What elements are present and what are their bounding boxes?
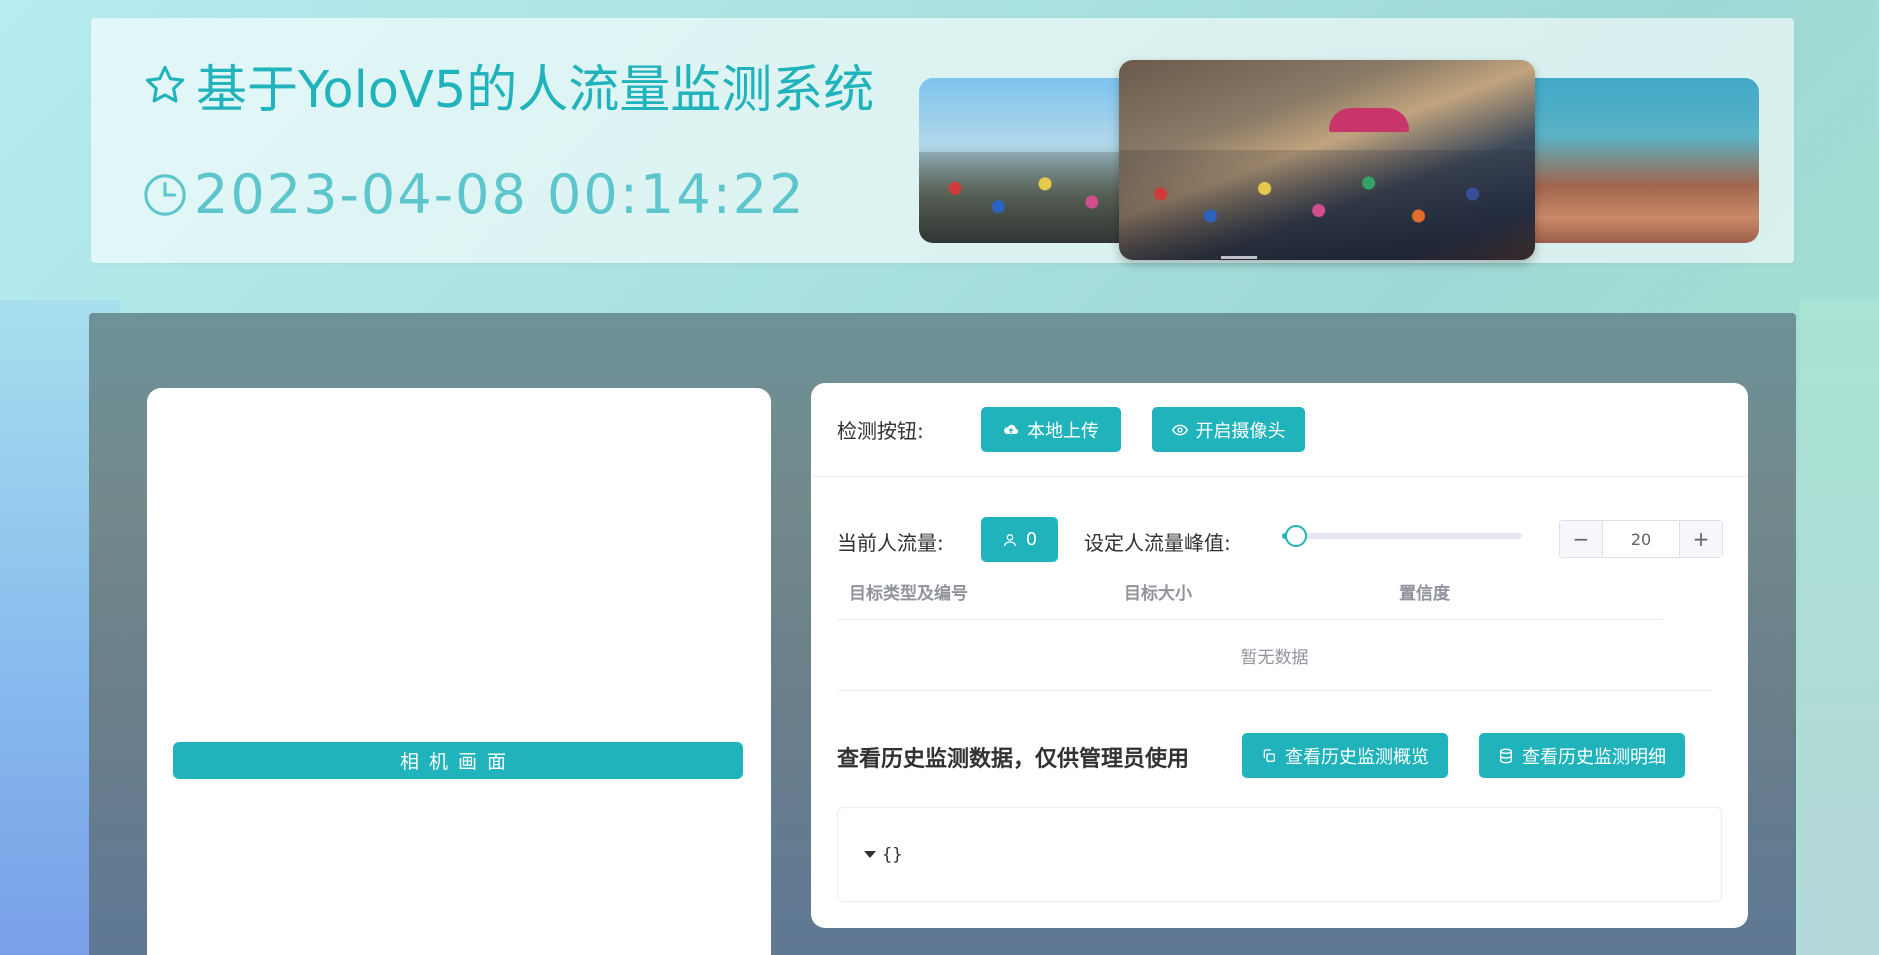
image-carousel[interactable] <box>919 48 1759 268</box>
page-title-text: 基于YoloV5的人流量监测系统 <box>196 61 875 120</box>
stepper-minus-button[interactable]: − <box>1560 521 1603 557</box>
umbrella-image <box>1329 108 1409 132</box>
camera-card: 相机画面 <box>147 388 771 955</box>
current-flow-badge: 0 <box>981 517 1058 562</box>
history-label: 查看历史监测数据，仅供管理员使用 <box>837 747 1190 772</box>
page-title: 基于YoloV5的人流量监测系统 <box>142 48 874 122</box>
history-detail-button[interactable]: 查看历史监测明细 <box>1479 733 1685 778</box>
cloud-upload-icon <box>1004 424 1019 434</box>
database-icon <box>1500 748 1512 763</box>
datetime-display: 2023-04-08 00:14:22 <box>142 163 806 226</box>
column-header-target: 目标类型及编号 <box>849 583 968 604</box>
camera-button-label: 开启摄像头 <box>1195 420 1286 442</box>
peak-value-input[interactable]: 20 <box>1603 521 1679 557</box>
camera-button[interactable]: 开启摄像头 <box>1152 407 1305 452</box>
datetime-text: 2023-04-08 00:14:22 <box>194 163 806 226</box>
control-panel: 检测按钮: 本地上传 开启摄像头 当前人流量: 0 设定人流量峰值: − 20 … <box>811 383 1748 928</box>
carousel-slide-active[interactable] <box>1119 60 1535 260</box>
crowd-image <box>1119 150 1535 260</box>
star-icon <box>145 65 185 103</box>
camera-label: 相机画面 <box>173 742 743 779</box>
main-panel: 相机画面 检测按钮: 本地上传 开启摄像头 当前人流量: 0 设定人流量峰值: … <box>89 313 1796 955</box>
current-flow-count: 0 <box>1025 529 1038 550</box>
detect-label: 检测按钮: <box>837 419 924 443</box>
json-content: {} <box>882 844 903 865</box>
collapse-caret-icon[interactable] <box>864 851 876 858</box>
current-flow-label: 当前人流量: <box>837 531 944 555</box>
peak-stepper: − 20 + <box>1559 520 1723 558</box>
copy-icon <box>1263 748 1275 762</box>
upload-button[interactable]: 本地上传 <box>981 407 1121 452</box>
upload-button-label: 本地上传 <box>1027 420 1099 442</box>
peak-slider[interactable] <box>1282 525 1522 547</box>
peak-label: 设定人流量峰值: <box>1084 531 1231 555</box>
column-header-confidence: 置信度 <box>1399 583 1450 604</box>
json-viewer: {} <box>837 807 1722 902</box>
detection-table: 目标类型及编号 目标大小 置信度 暂无数据 <box>837 563 1712 691</box>
detect-row: 检测按钮: 本地上传 开启摄像头 <box>811 383 1748 477</box>
table-header: 目标类型及编号 目标大小 置信度 <box>837 563 1662 620</box>
header: 基于YoloV5的人流量监测系统 2023-04-08 00:14:22 <box>91 18 1794 263</box>
history-overview-label: 查看历史监测概览 <box>1285 746 1429 768</box>
table-empty-text: 暂无数据 <box>837 620 1712 691</box>
background-right <box>1799 300 1879 955</box>
history-detail-label: 查看历史监测明细 <box>1522 746 1666 768</box>
history-overview-button[interactable]: 查看历史监测概览 <box>1242 733 1448 778</box>
carousel-indicator[interactable] <box>1221 256 1257 259</box>
user-icon <box>1003 533 1016 546</box>
stepper-plus-button[interactable]: + <box>1679 521 1722 557</box>
eye-icon <box>1171 424 1188 435</box>
clock-icon <box>144 173 186 216</box>
peak-slider-handle[interactable] <box>1285 525 1307 547</box>
column-header-size: 目标大小 <box>1124 583 1192 604</box>
